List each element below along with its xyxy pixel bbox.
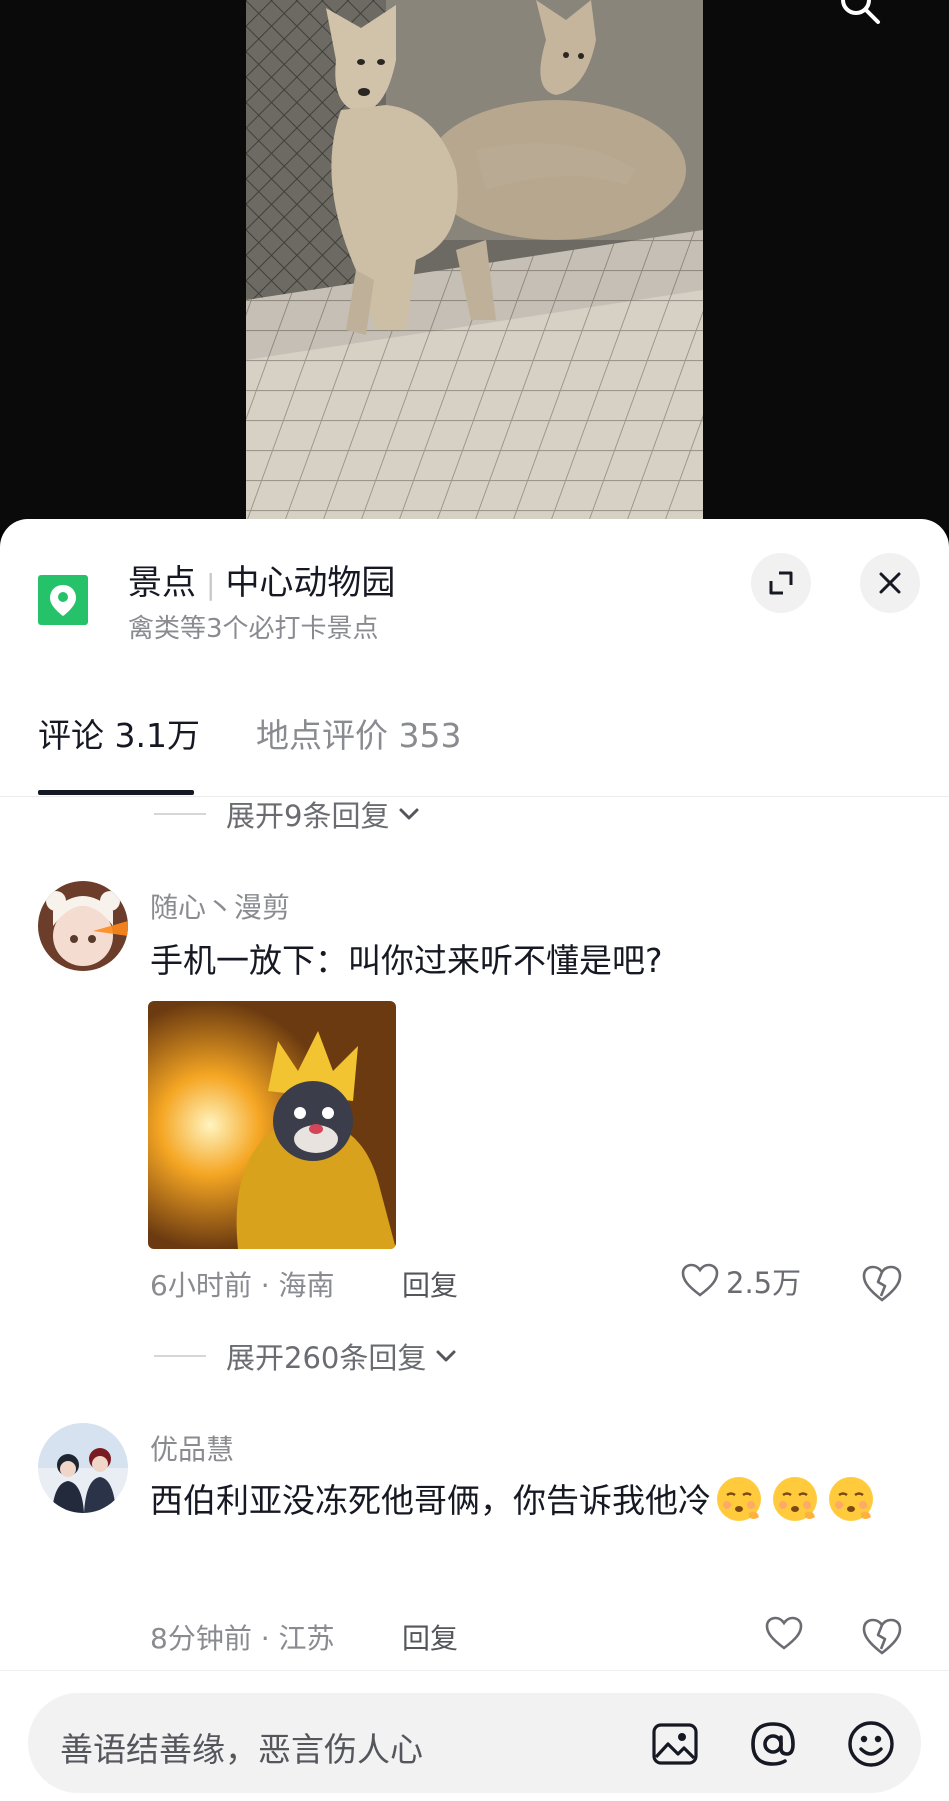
location-subtitle: 禽类等3个必打卡景点 [128, 614, 379, 644]
like-button[interactable]: 2.5万 [680, 1260, 801, 1302]
title-separator: | [206, 568, 216, 601]
comment-username[interactable]: 随心丶漫剪 [150, 886, 290, 926]
expand-replies-label: 展开9条回复 [226, 799, 390, 833]
comment-meta: 8分钟前 · 江苏 [150, 1622, 335, 1655]
expand-replies-label: 展开260条回复 [226, 1341, 427, 1375]
heart-icon [765, 1616, 803, 1650]
divider-line [154, 1355, 206, 1357]
close-button[interactable] [860, 553, 920, 613]
chevron-down-icon [436, 1350, 456, 1362]
location-name: 中心动物园 [225, 563, 396, 603]
expand-replies-button[interactable]: 展开9条回复 [154, 794, 423, 834]
comment-text: 西伯利亚没冻死他哥俩，你告诉我他冷 [150, 1467, 910, 1535]
video-player[interactable] [0, 0, 949, 530]
heart-icon [681, 1263, 719, 1297]
emoji-cold-icon [829, 1476, 873, 1521]
chevron-down-icon [399, 808, 419, 820]
image-icon[interactable] [648, 1717, 702, 1771]
comment-input-placeholder: 善语结善缘，恶言伤人心 [60, 1730, 423, 1769]
comment-image[interactable] [148, 1001, 396, 1249]
reply-button[interactable]: 回复 [402, 1264, 458, 1304]
comment-sheet: 景点 | 中心动物园 禽类等3个必打卡景点 评论 3.1万 地点评价 353 展开9… [0, 519, 949, 1801]
comment-input-bar: 善语结善缘，恶言伤人心 [0, 1670, 949, 1801]
search-icon[interactable] [838, 0, 882, 26]
broken-heart-icon[interactable] [860, 1615, 904, 1659]
comment-meta: 6小时前 · 海南 [150, 1269, 335, 1302]
like-button[interactable] [764, 1614, 804, 1654]
emoji-cold-icon [773, 1476, 817, 1521]
location-category: 景点 [128, 563, 196, 603]
comment-text: 手机一放下：叫你过来听不懂是吧? [150, 941, 663, 980]
emoji-cold-icon [717, 1476, 761, 1521]
divider-line [154, 813, 206, 815]
at-icon[interactable] [746, 1717, 800, 1771]
close-icon [879, 572, 901, 594]
comment-text-body: 西伯利亚没冻死他哥俩，你告诉我他冷 [150, 1481, 711, 1520]
avatar[interactable] [38, 1423, 128, 1513]
video-frame-wolves[interactable] [246, 0, 703, 530]
location-title[interactable]: 景点 | 中心动物园 [128, 555, 395, 604]
comment-username[interactable]: 优品慧 [150, 1428, 234, 1468]
tab-bar: 评论 3.1万 地点评价 353 [0, 669, 949, 797]
tab-place-reviews[interactable]: 地点评价 353 [256, 709, 461, 757]
reply-button[interactable]: 回复 [402, 1617, 458, 1657]
location-pin-icon[interactable] [38, 575, 88, 625]
broken-heart-icon[interactable] [860, 1262, 904, 1306]
expand-icon [769, 571, 793, 595]
emoji-icon[interactable] [844, 1717, 898, 1771]
avatar[interactable] [38, 881, 128, 971]
expand-button[interactable] [751, 553, 811, 613]
tab-comments[interactable]: 评论 3.1万 [38, 709, 200, 757]
video-image [246, 0, 703, 530]
like-count: 2.5万 [726, 1266, 802, 1300]
comment-input[interactable]: 善语结善缘，恶言伤人心 [28, 1693, 921, 1793]
expand-replies-button[interactable]: 展开260条回复 [154, 1336, 460, 1376]
